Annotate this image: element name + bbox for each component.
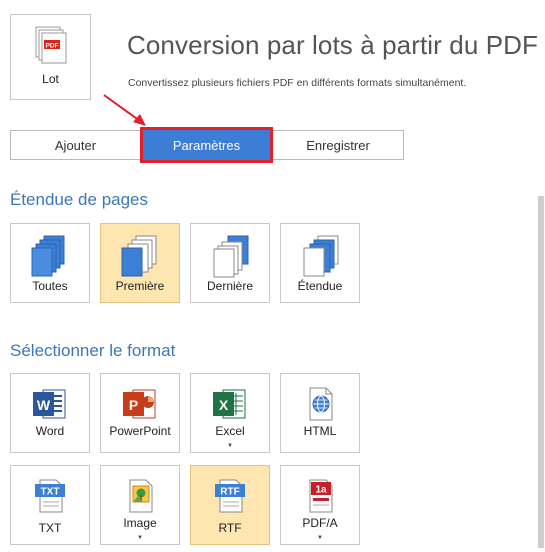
page-range-premiere[interactable]: Première: [100, 223, 180, 303]
format-txt[interactable]: TXT TXT: [10, 465, 90, 545]
html-icon: [309, 387, 333, 421]
page-range-toutes-label: Toutes: [32, 279, 68, 293]
vertical-scrollbar[interactable]: [537, 196, 545, 548]
first-page-icon: [121, 235, 157, 277]
format-image-label: Image: [123, 516, 157, 530]
format-image[interactable]: Image ▼: [100, 465, 180, 545]
powerpoint-icon: P: [123, 389, 156, 419]
image-icon: [129, 479, 153, 513]
format-heading: Sélectionner le format: [10, 341, 176, 360]
format-pdfa-label: PDF/A: [302, 516, 338, 530]
last-page-icon: [213, 235, 249, 278]
txt-badge: TXT: [41, 487, 60, 498]
format-word-label: Word: [35, 424, 65, 438]
rtf-icon: RTF: [215, 479, 245, 513]
word-icon: W: [33, 389, 66, 419]
svg-text:X: X: [219, 397, 229, 413]
tab-ajouter[interactable]: Ajouter: [10, 130, 141, 160]
txt-icon: TXT: [35, 479, 65, 513]
page-range-etendue-label: Étendue: [297, 279, 343, 293]
batch-lot-button[interactable]: PDF Lot: [10, 14, 91, 100]
page-range-derniere-label: Dernière: [206, 279, 254, 293]
chevron-down-icon[interactable]: ▼: [191, 443, 269, 449]
tab-enregistrer[interactable]: Enregistrer: [272, 130, 404, 160]
format-powerpoint-label: PowerPoint: [109, 424, 171, 438]
chevron-down-icon[interactable]: ▼: [281, 535, 359, 541]
format-excel[interactable]: X Excel ▼: [190, 373, 270, 453]
rtf-badge: RTF: [220, 487, 239, 498]
format-rtf-label: RTF: [218, 521, 242, 535]
format-html-label: HTML: [303, 424, 337, 438]
page-range-premiere-label: Première: [115, 279, 165, 293]
format-rtf[interactable]: RTF RTF: [190, 465, 270, 545]
format-html[interactable]: HTML: [280, 373, 360, 453]
svg-text:P: P: [129, 397, 138, 413]
page-subtitle: Convertissez plusieurs fichiers PDF en d…: [128, 77, 467, 89]
format-word[interactable]: W Word: [10, 373, 90, 453]
format-pdfa[interactable]: 1a PDF/A ▼: [280, 465, 360, 545]
format-powerpoint[interactable]: P PowerPoint: [100, 373, 180, 453]
page-range-toutes[interactable]: Toutes: [10, 223, 90, 303]
format-excel-label: Excel: [215, 424, 245, 438]
format-txt-label: TXT: [38, 521, 62, 535]
pdfa-icon: 1a: [309, 479, 333, 513]
page-title: Conversion par lots à partir du PDF: [127, 30, 539, 60]
page-range-heading: Étendue de pages: [10, 190, 149, 209]
batch-pdf-icon: PDF: [35, 26, 67, 64]
pdfa-badge: 1a: [315, 485, 327, 496]
pdf-badge-text: PDF: [46, 43, 59, 50]
chevron-down-icon[interactable]: ▼: [101, 535, 179, 541]
all-pages-icon: [31, 235, 65, 277]
tab-parametres[interactable]: Paramètres: [141, 128, 272, 162]
wizard-tabs: Ajouter Enregistrer Paramètres: [10, 128, 404, 162]
scrollbar-thumb[interactable]: [538, 196, 544, 548]
page-range-icon: [303, 235, 339, 277]
page-range-etendue[interactable]: Étendue: [280, 223, 360, 303]
excel-icon: X: [213, 389, 246, 419]
page-range-derniere[interactable]: Dernière: [190, 223, 270, 303]
red-annotation-arrow-icon: [103, 94, 146, 126]
lot-label: Lot: [42, 72, 59, 86]
svg-text:W: W: [37, 397, 51, 413]
